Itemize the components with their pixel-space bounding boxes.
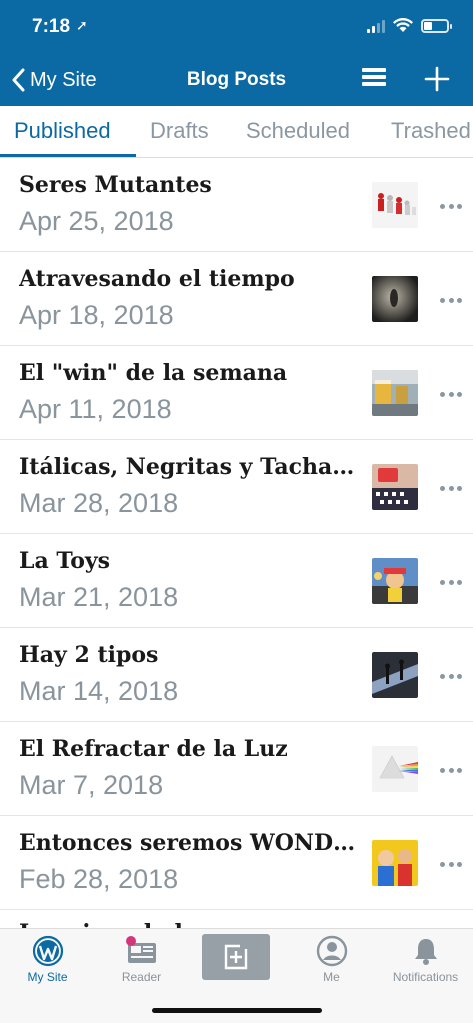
- tab-notifications[interactable]: Notifications: [378, 929, 473, 989]
- more-actions-button[interactable]: [440, 484, 462, 492]
- more-actions-button[interactable]: [440, 202, 462, 210]
- tab-notifications-label: Notifications: [392, 970, 459, 984]
- tab-my-site-label: My Site: [27, 970, 68, 984]
- post-row[interactable]: Itálicas, Negritas y Tachadas Mar 28, 20…: [0, 440, 473, 534]
- back-button-label: My Site: [30, 68, 97, 91]
- back-button[interactable]: My Site: [12, 64, 97, 96]
- post-row[interactable]: El "win" de la semana Apr 11, 2018: [0, 346, 473, 440]
- post-title: Imaginando la...: [19, 920, 361, 928]
- status-bar: 7:18 ➚: [0, 0, 473, 56]
- wordpress-icon: [32, 935, 63, 967]
- location-arrow-icon: ➚: [76, 17, 88, 33]
- signal-icon: [367, 19, 385, 33]
- status-indicators: [367, 18, 452, 33]
- tab-reader[interactable]: Reader: [94, 929, 189, 989]
- tab-my-site[interactable]: My Site: [0, 929, 95, 989]
- post-date: Mar 14, 2018: [19, 676, 179, 706]
- tab-me-label: Me: [323, 970, 340, 984]
- post-date: Mar 28, 2018: [19, 488, 179, 518]
- reader-notification-dot: [125, 936, 136, 946]
- post-row[interactable]: Atravesando el tiempo Apr 18, 2018: [0, 252, 473, 346]
- post-thumbnail: [372, 652, 418, 698]
- tab-me[interactable]: Me: [284, 929, 379, 989]
- write-post-button[interactable]: [202, 934, 270, 980]
- more-actions-button[interactable]: [440, 766, 462, 774]
- post-title: Seres Mutantes: [19, 172, 212, 198]
- post-thumbnail: [372, 182, 418, 228]
- wifi-icon: [393, 18, 413, 32]
- post-row[interactable]: El Refractar de la Luz Mar 7, 2018: [0, 722, 473, 816]
- tab-published[interactable]: Published: [14, 118, 111, 144]
- bell-icon: [414, 939, 437, 965]
- post-thumbnail: [372, 746, 418, 792]
- post-date: Apr 18, 2018: [19, 300, 174, 330]
- list-view-button[interactable]: [362, 68, 386, 92]
- post-date: Mar 7, 2018: [19, 770, 164, 800]
- home-indicator[interactable]: [152, 1008, 322, 1013]
- add-post-button[interactable]: [424, 66, 450, 92]
- profile-icon: [316, 935, 347, 967]
- post-title: Hay 2 tipos: [19, 642, 159, 668]
- post-row[interactable]: La Toys Mar 21, 2018: [0, 534, 473, 628]
- post-row[interactable]: Seres Mutantes Apr 25, 2018: [0, 158, 473, 252]
- post-date: Apr 11, 2018: [19, 394, 172, 424]
- more-actions-button[interactable]: [440, 860, 462, 868]
- post-title: El Refractar de la Luz: [19, 736, 288, 762]
- more-actions-button[interactable]: [440, 390, 462, 398]
- post-thumbnail: [372, 558, 418, 604]
- more-actions-button[interactable]: [440, 672, 462, 680]
- post-row[interactable]: Hay 2 tipos Mar 14, 2018: [0, 628, 473, 722]
- navigation-bar: My Site Blog Posts: [0, 56, 473, 106]
- post-title: Atravesando el tiempo: [19, 266, 295, 292]
- tab-drafts[interactable]: Drafts: [150, 118, 209, 144]
- more-actions-button[interactable]: [440, 578, 462, 586]
- post-title: El "win" de la semana: [19, 360, 288, 386]
- post-filter-tabs: Published Drafts Scheduled Trashed: [0, 106, 473, 158]
- status-time: 7:18: [32, 16, 71, 37]
- new-post-icon: [224, 942, 249, 970]
- post-row[interactable]: Imaginando la...: [0, 910, 473, 928]
- chevron-left-icon: [12, 68, 25, 92]
- post-list: Seres Mutantes Apr 25, 2018 Atravesando …: [0, 158, 473, 928]
- post-title: La Toys: [19, 548, 111, 574]
- post-title: Entonces seremos WONDER: [19, 830, 361, 856]
- post-date: Mar 21, 2018: [19, 582, 179, 612]
- more-actions-button[interactable]: [440, 296, 462, 304]
- tab-reader-label: Reader: [121, 970, 162, 984]
- post-date: Feb 28, 2018: [19, 864, 179, 894]
- tab-trashed[interactable]: Trashed: [391, 118, 471, 144]
- battery-icon: [421, 18, 452, 33]
- post-thumbnail: [372, 464, 418, 510]
- post-row[interactable]: Entonces seremos WONDER Feb 28, 2018: [0, 816, 473, 910]
- post-thumbnail: [372, 840, 418, 886]
- active-tab-indicator: [0, 154, 136, 157]
- tab-scheduled[interactable]: Scheduled: [246, 118, 350, 144]
- post-thumbnail: [372, 370, 418, 416]
- post-thumbnail: [372, 276, 418, 322]
- post-date: Apr 25, 2018: [19, 206, 174, 236]
- post-title: Itálicas, Negritas y Tachadas: [19, 454, 361, 480]
- reader-icon: [125, 936, 156, 963]
